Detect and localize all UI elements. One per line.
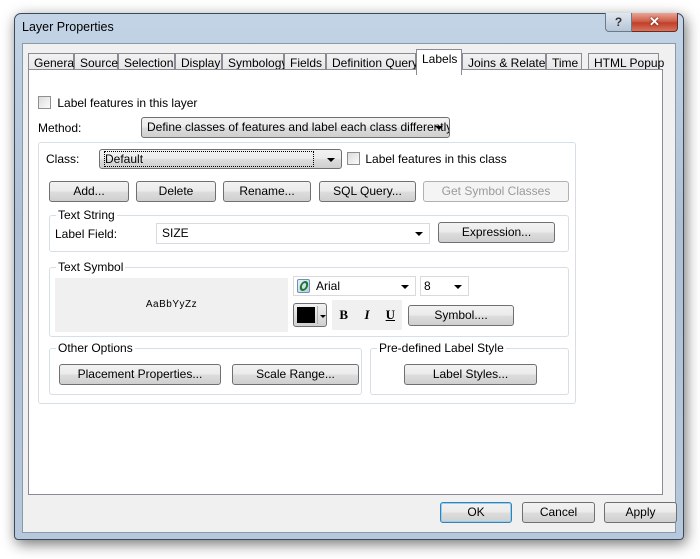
predefined-label-style-group: Pre-defined Label Style Label Styles... xyxy=(370,341,569,395)
tab-label: General xyxy=(34,56,77,70)
tab-label: Fields xyxy=(290,56,323,70)
rename-class-button[interactable]: Rename... xyxy=(223,181,311,202)
chevron-down-icon xyxy=(454,285,462,289)
other-options-group: Other Options Placement Properties... Sc… xyxy=(49,341,362,395)
dialog-title: Layer Properties xyxy=(22,20,114,34)
tab-label: HTML Popup xyxy=(594,56,665,70)
label-styles-button[interactable]: Label Styles... xyxy=(404,364,537,385)
label-class-checkbox-row[interactable]: Label features in this class xyxy=(347,151,507,166)
placement-properties-button[interactable]: Placement Properties... xyxy=(59,364,221,385)
scale-range-button[interactable]: Scale Range... xyxy=(232,364,359,385)
italic-button[interactable]: I xyxy=(355,307,378,323)
font-size-value: 8 xyxy=(424,279,431,293)
chevron-down-icon xyxy=(415,232,423,236)
tab-labels[interactable]: Labels xyxy=(416,49,462,75)
class-value: Default xyxy=(103,151,315,167)
label-layer-checkbox-label: Label features in this layer xyxy=(57,95,198,110)
class-label: Class: xyxy=(46,152,80,166)
help-button[interactable]: ? xyxy=(605,13,632,32)
underline-button[interactable]: U xyxy=(379,307,402,323)
tab-label: Definition Query xyxy=(332,56,419,70)
chevron-down-icon xyxy=(327,158,335,162)
expression-button[interactable]: Expression... xyxy=(438,222,555,243)
font-size-dropdown[interactable]: 8 xyxy=(420,276,469,296)
method-label: Method: xyxy=(38,121,82,135)
label-class-checkbox[interactable] xyxy=(347,152,360,166)
symbol-preview: AaBbYyZz xyxy=(55,278,288,332)
method-dropdown[interactable]: Define classes of features and label eac… xyxy=(141,117,450,138)
text-symbol-title: Text Symbol xyxy=(56,260,126,274)
predefined-label-style-title: Pre-defined Label Style xyxy=(377,341,506,355)
close-button[interactable]: ✕ xyxy=(632,13,678,32)
tab-label: Time xyxy=(552,56,579,70)
format-toolbar: B I U xyxy=(332,300,402,330)
close-icon: ✕ xyxy=(649,14,660,29)
dialog-client-area: General Source Selection Display Symbolo… xyxy=(22,43,677,533)
font-dropdown[interactable]: Arial xyxy=(293,276,416,296)
bold-button[interactable]: B xyxy=(332,307,355,323)
tab-label: Joins & Relates xyxy=(468,56,552,70)
tab-label: Selection xyxy=(124,56,174,70)
label-field-value: SIZE xyxy=(162,226,189,240)
text-string-group: Text String Label Field: SIZE Expression… xyxy=(49,208,569,252)
opentype-font-icon xyxy=(297,279,310,293)
get-symbol-classes-button[interactable]: Get Symbol Classes xyxy=(423,181,569,202)
label-layer-checkbox[interactable] xyxy=(38,96,51,110)
font-value: Arial xyxy=(316,279,341,293)
class-dropdown[interactable]: Default xyxy=(99,149,342,169)
color-swatch xyxy=(297,307,315,323)
tab-label: Labels xyxy=(422,52,458,66)
delete-class-button[interactable]: Delete xyxy=(136,181,216,202)
text-string-title: Text String xyxy=(56,208,117,222)
help-icon: ? xyxy=(614,15,623,29)
chevron-down-icon xyxy=(401,285,409,289)
label-layer-checkbox-row[interactable]: Label features in this layer xyxy=(38,95,197,110)
label-class-checkbox-label: Label features in this class xyxy=(365,151,507,166)
labels-tab-panel: Label features in this layer Method: Def… xyxy=(28,69,663,495)
label-field-dropdown[interactable]: SIZE xyxy=(156,223,430,244)
chevron-down-icon xyxy=(435,126,443,130)
cancel-button[interactable]: Cancel xyxy=(522,502,595,523)
symbol-button[interactable]: Symbol.... xyxy=(408,305,514,326)
add-class-button[interactable]: Add... xyxy=(49,181,129,202)
tab-label: Symbology xyxy=(228,56,288,70)
method-value: Define classes of features and label eac… xyxy=(147,120,450,134)
text-symbol-group: Text Symbol AaBbYyZz Arial 8 B I U Symbo… xyxy=(49,260,569,337)
font-color-button[interactable] xyxy=(293,303,327,327)
font-glyph-ring xyxy=(298,281,310,291)
apply-button[interactable]: Apply xyxy=(604,502,677,523)
sql-query-button[interactable]: SQL Query... xyxy=(319,181,416,202)
label-field-label: Label Field: xyxy=(55,227,118,241)
caption-buttons: ? ✕ xyxy=(605,13,678,33)
chevron-down-icon xyxy=(320,315,326,318)
preview-text: AaBbYyZz xyxy=(145,299,198,310)
other-options-title: Other Options xyxy=(56,341,135,355)
tab-label: Source xyxy=(80,56,119,70)
ok-button[interactable]: OK xyxy=(440,502,512,523)
layer-properties-dialog: Layer Properties ? ✕ General Source Sele… xyxy=(14,13,684,540)
class-settings-group: Class: Default Label features in this cl… xyxy=(38,142,576,404)
tab-label: Display xyxy=(181,56,221,70)
color-divider xyxy=(317,306,318,324)
